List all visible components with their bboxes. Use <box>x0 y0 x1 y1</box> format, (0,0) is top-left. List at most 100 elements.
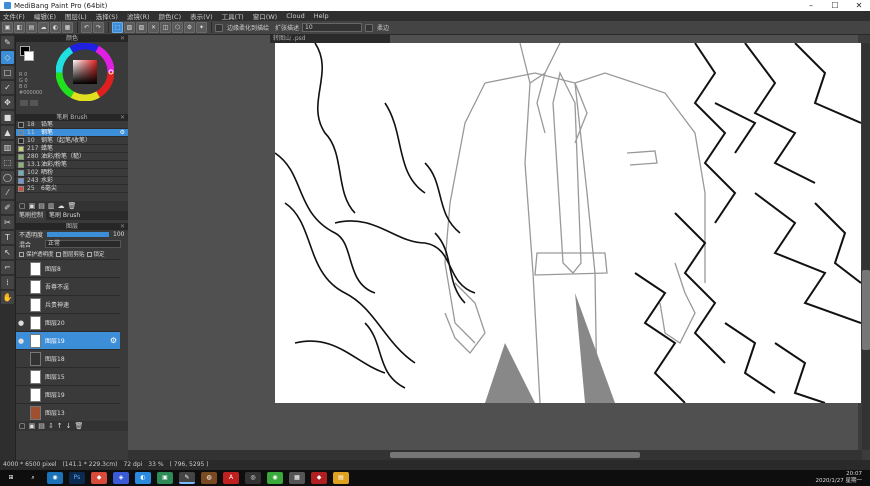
tab-brush-control[interactable]: 笔刷控制 <box>16 211 47 220</box>
select-tool-icon[interactable]: ⬚ <box>1 156 14 169</box>
transform-icon[interactable]: ⬡ <box>172 22 183 33</box>
select-mode-icon[interactable]: ⬚ <box>112 22 123 33</box>
eye-icon[interactable]: ● <box>16 319 26 327</box>
lasso-tool-icon[interactable]: ◯ <box>1 171 14 184</box>
grid-icon[interactable]: ▦ <box>62 22 73 33</box>
menu-tools[interactable]: 工具(T) <box>222 11 244 21</box>
move-tool-icon[interactable]: ✥ <box>1 96 14 109</box>
menu-layer[interactable]: 图层(L) <box>65 11 87 21</box>
open-icon[interactable]: ◧ <box>14 22 25 33</box>
hand-tool-icon[interactable]: ✋ <box>1 291 14 304</box>
app-icon[interactable]: ◎ <box>245 472 261 484</box>
expand-select[interactable]: 10 <box>302 23 363 32</box>
cloud-brush-icon[interactable]: ☁ <box>58 202 65 210</box>
menu-view[interactable]: 表示(V) <box>190 11 213 21</box>
blend-select[interactable]: 正常 <box>45 240 122 248</box>
layer-row-selected[interactable]: ● 图层19 ⚙ <box>16 332 120 350</box>
trash-icon[interactable]: 🗑 <box>68 202 77 210</box>
layer-row[interactable]: 吾尊不逞 <box>16 278 120 296</box>
invert-icon[interactable]: ◫ <box>160 22 171 33</box>
acrobat-icon[interactable]: A <box>223 472 239 484</box>
menu-help[interactable]: Help <box>314 12 329 20</box>
dot-tool-icon[interactable]: □ <box>1 66 14 79</box>
menu-cloud[interactable]: Cloud <box>286 12 305 20</box>
antialias-checkbox[interactable] <box>215 23 223 32</box>
cloud-icon[interactable]: ☁ <box>38 22 49 33</box>
layer-row[interactable]: 图层18 <box>16 350 120 368</box>
layer-down-icon[interactable]: ↓ <box>66 422 72 430</box>
text-tool-icon[interactable]: T <box>1 231 14 244</box>
search-icon[interactable]: ⌕ <box>25 472 41 484</box>
folder-icon[interactable]: ▤ <box>38 422 45 430</box>
trash-icon[interactable]: 🗑 <box>75 422 84 430</box>
vertical-scrollbar[interactable] <box>862 43 870 450</box>
eyedropper-icon[interactable]: ⁞ <box>1 276 14 289</box>
layer-row[interactable]: ● 图层20 <box>16 314 120 332</box>
eraser-tool-icon[interactable]: ◇ <box>1 51 14 64</box>
app-icon[interactable]: ◍ <box>201 472 217 484</box>
app-icon[interactable]: ◐ <box>135 472 151 484</box>
color-wheel[interactable] <box>56 43 114 101</box>
background-swatch[interactable] <box>24 51 34 61</box>
menu-window[interactable]: 窗口(W) <box>253 11 278 21</box>
share-icon[interactable]: ◐ <box>50 22 61 33</box>
app-icon[interactable]: ▦ <box>289 472 305 484</box>
bucket-tool-icon[interactable]: ▲ <box>1 126 14 139</box>
browser-icon[interactable]: ◉ <box>47 472 63 484</box>
layer-row[interactable]: 图层13 <box>16 404 120 421</box>
clock[interactable]: 20:07 2020/1/27 星期一 <box>816 471 862 485</box>
menu-file[interactable]: 文件(F) <box>3 11 25 21</box>
protect-checkbox[interactable] <box>19 251 24 257</box>
new-layer-icon[interactable]: ▢ <box>19 422 26 430</box>
add-brush-icon[interactable]: ▢ <box>19 202 26 210</box>
wechat-icon[interactable]: ◉ <box>267 472 283 484</box>
merge-icon[interactable]: ⇩ <box>48 422 54 430</box>
eye-icon[interactable]: ● <box>16 337 26 345</box>
menu-color[interactable]: 颜色(C) <box>159 11 182 21</box>
close-icon[interactable]: ✕ <box>120 35 125 42</box>
app-icon[interactable]: ◆ <box>311 472 327 484</box>
medibang-icon[interactable]: ✎ <box>179 472 195 484</box>
gear-icon[interactable]: ⚙ <box>110 336 117 345</box>
undo-icon[interactable]: ↶ <box>81 22 92 33</box>
menu-filter[interactable]: 滤镜(R) <box>127 11 150 21</box>
windows-start-icon[interactable]: ⊞ <box>3 472 19 484</box>
softness-checkbox[interactable] <box>365 23 374 32</box>
clip-checkbox[interactable] <box>55 251 61 257</box>
lock-checkbox[interactable] <box>86 251 92 257</box>
document-tab[interactable]: 转图山 .psd <box>270 35 390 43</box>
cut-tool-icon[interactable]: ✂ <box>1 216 14 229</box>
menu-select[interactable]: 选择(S) <box>96 11 118 21</box>
select-sub-icon[interactable]: ▧ <box>136 22 147 33</box>
tab-brush[interactable]: 笔刷 Brush <box>46 211 83 220</box>
new-file-icon[interactable]: ▣ <box>2 22 13 33</box>
close-button[interactable]: ✕ <box>848 0 870 11</box>
layer-row[interactable]: 图层19 <box>16 386 120 404</box>
photoshop-icon[interactable]: Ps <box>69 472 85 484</box>
app-icon[interactable]: ◈ <box>113 472 129 484</box>
wand-tool-icon[interactable]: ⁄ <box>1 186 14 199</box>
pen-select-icon[interactable]: ✐ <box>1 201 14 214</box>
gear-icon[interactable]: ⚙ <box>120 129 125 137</box>
opacity-slider[interactable] <box>47 232 110 237</box>
layer-up-icon[interactable]: ↑ <box>57 422 63 430</box>
import-icon[interactable]: ▥ <box>48 202 55 210</box>
settings-icon[interactable]: ⚙ <box>184 22 195 33</box>
redo-icon[interactable]: ↷ <box>93 22 104 33</box>
drawing-canvas[interactable] <box>275 43 861 403</box>
app-icon[interactable]: ◆ <box>91 472 107 484</box>
snap-icon[interactable]: ✦ <box>196 22 207 33</box>
close-icon[interactable]: ✕ <box>120 223 125 230</box>
gradient-tool-icon[interactable]: ▥ <box>1 141 14 154</box>
palette-icon[interactable] <box>20 100 28 106</box>
layer-row[interactable]: 图层15 <box>16 368 120 386</box>
vertical-scroll-thumb[interactable] <box>862 270 870 350</box>
duplicate-layer-icon[interactable]: ▣ <box>29 422 36 430</box>
dropper-tool-icon[interactable]: ⌐ <box>1 261 14 274</box>
maximize-button[interactable]: ☐ <box>824 0 846 11</box>
select-add-icon[interactable]: ▨ <box>124 22 135 33</box>
minimize-button[interactable]: – <box>800 0 822 11</box>
close-icon[interactable]: ✕ <box>120 114 125 121</box>
duplicate-brush-icon[interactable]: ▣ <box>29 202 36 210</box>
save-icon[interactable]: ▤ <box>26 22 37 33</box>
